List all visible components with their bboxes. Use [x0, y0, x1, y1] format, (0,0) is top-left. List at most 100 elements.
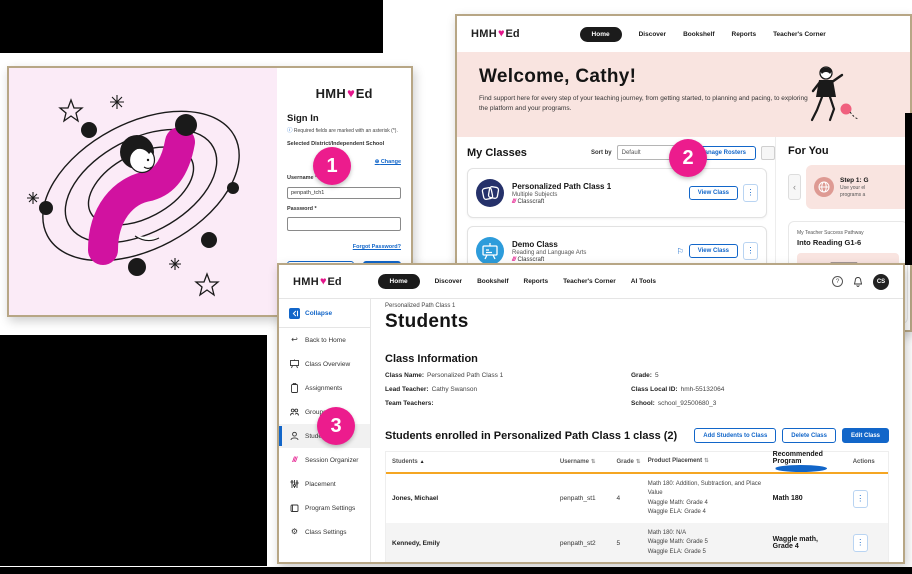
groups-icon — [289, 407, 300, 417]
hmh-ed-logo: HMH♥Ed — [471, 28, 520, 40]
nav-ai-tools[interactable]: AI Tools — [631, 278, 656, 285]
sort-select-value: Default — [622, 150, 641, 156]
district-label: Selected District/Independent School — [287, 141, 401, 147]
col-recommended-program: Recommended Programi — [773, 451, 853, 472]
product-placement: Math 180: Addition, Subtraction, and Pla… — [648, 480, 773, 517]
nav-home[interactable]: Home — [580, 27, 622, 42]
nav-teachers-corner[interactable]: Teacher's Corner — [773, 31, 826, 38]
nav-teachers-corner[interactable]: Teacher's Corner — [563, 278, 616, 285]
class-name-field: Class Name:Personalized Path Class 1 — [385, 372, 631, 386]
sort-asc-icon: ▲ — [420, 459, 425, 465]
nav-bookshelf[interactable]: Bookshelf — [683, 31, 714, 38]
redaction-box-top — [0, 0, 383, 53]
sidebar-item-back-to-home[interactable]: ↩ Back to Home — [279, 328, 370, 352]
collapse-label: Collapse — [305, 310, 332, 317]
nav-reports[interactable]: Reports — [732, 31, 757, 38]
step-badge-3: 3 — [317, 407, 355, 445]
col-product-placement[interactable]: Product Placement⇅ — [648, 457, 773, 466]
welcome-subtitle: Find support here for every step of your… — [479, 94, 809, 115]
gear-icon: ⚙ — [289, 528, 300, 536]
nav-discover[interactable]: Discover — [435, 278, 462, 285]
student-grade: 4 — [617, 495, 648, 502]
whiteboard-icon — [289, 359, 300, 369]
help-icon[interactable]: ? — [832, 276, 843, 287]
redaction-strip-right — [905, 113, 912, 265]
grade-field: Grade:5 — [631, 372, 889, 386]
globe-icon — [814, 177, 834, 197]
user-avatar[interactable]: CS — [873, 274, 889, 290]
presentation-screen-icon — [476, 237, 504, 265]
required-note-text: Required fields are marked with an aster… — [294, 128, 398, 134]
for-you-title: For You — [788, 145, 912, 157]
back-arrow-icon: ↩ — [289, 336, 300, 344]
add-students-button[interactable]: Add Students to Class — [694, 428, 776, 443]
row-actions-button[interactable]: ⋮ — [853, 534, 868, 552]
students-main: Personalized Path Class 1 Students Class… — [371, 299, 903, 562]
change-link-label: Change — [381, 159, 401, 165]
col-username[interactable]: Username⇅ — [560, 459, 617, 465]
signin-title: Sign In — [287, 113, 401, 124]
forgot-password-link[interactable]: Forgot Password? — [353, 244, 401, 250]
product-placement: Math 180: N/A Waggle Math: Grade 5 Waggl… — [648, 529, 773, 557]
carousel-prev-button[interactable]: ‹ — [788, 174, 801, 200]
sidebar-item-class-overview[interactable]: Class Overview — [279, 352, 370, 376]
for-you-card-title: Step 1: G — [840, 177, 869, 184]
grid-view-button[interactable] — [761, 146, 775, 160]
delete-class-button[interactable]: Delete Class — [782, 428, 836, 443]
hmh-ed-logo: HMH♥Ed — [287, 86, 401, 101]
hmh-ed-logo: HMH♥Ed — [293, 276, 342, 288]
username-input[interactable] — [287, 187, 401, 199]
pathway-label: My Teacher Success Pathway — [797, 230, 899, 236]
program-settings-icon — [289, 503, 300, 513]
hmh-heart-icon: ♥ — [498, 28, 505, 40]
classcraft-slashes-icon: /// — [512, 199, 516, 205]
class-information-grid: Class Name:Personalized Path Class 1 Gra… — [385, 372, 889, 414]
orbit-person-illustration — [9, 68, 277, 315]
nav-discover[interactable]: Discover — [639, 31, 666, 38]
dashboard-nav: Home Discover Bookshelf Reports Teacher'… — [580, 27, 826, 42]
nav-reports[interactable]: Reports — [524, 278, 549, 285]
session-organizer-slashes-icon: /// — [289, 457, 300, 464]
col-grade[interactable]: Grade⇅ — [617, 459, 648, 465]
sidebar-collapse-button[interactable]: Collapse — [279, 304, 370, 328]
breadcrumb[interactable]: Personalized Path Class 1 — [385, 303, 889, 309]
nav-bookshelf[interactable]: Bookshelf — [477, 278, 508, 285]
school-field: School:school_92500680_3 — [631, 400, 889, 414]
sidebar-item-class-settings[interactable]: ⚙ Class Settings — [279, 520, 370, 544]
student-name: Kennedy, Emily — [392, 540, 560, 547]
change-district-link[interactable]: ⊕ Change — [375, 159, 401, 165]
for-you-card[interactable]: Step 1: G Use your el programs a — [806, 165, 912, 209]
bell-icon[interactable] — [852, 276, 864, 288]
step-badge-1: 1 — [313, 147, 351, 185]
flag-icon[interactable]: ⚐ — [677, 247, 684, 256]
sort-icon: ⇅ — [704, 458, 709, 464]
student-row: Kennedy, Emily penpath_st2 5 Math 180: N… — [386, 523, 888, 562]
class-tag: Classcraft — [518, 257, 545, 263]
view-class-button[interactable]: View Class — [689, 186, 738, 200]
col-students[interactable]: Students▲ — [392, 459, 560, 465]
nav-home[interactable]: Home — [378, 274, 420, 289]
kebab-menu-button[interactable]: ⋮ — [743, 184, 758, 202]
collapse-icon — [289, 308, 300, 319]
sidebar-item-session-organizer[interactable]: /// Session Organizer — [279, 448, 370, 472]
class-local-id-field: Class Local ID:hmh-55132064 — [631, 386, 889, 400]
class-card-personalized-path[interactable]: Personalized Path Class 1 Multiple Subje… — [467, 168, 767, 218]
lead-teacher-field: Lead Teacher:Cathy Swanson — [385, 386, 631, 400]
class-name: Personalized Path Class 1 — [512, 182, 689, 191]
recommended-program: Math 180 — [773, 495, 853, 502]
password-input[interactable] — [287, 217, 401, 231]
row-actions-button[interactable]: ⋮ — [853, 490, 868, 508]
student-icon — [289, 431, 300, 441]
redaction-strip-bottom — [0, 567, 912, 574]
info-icon[interactable]: i — [775, 465, 827, 472]
dashboard-header: HMH♥Ed Home Discover Bookshelf Reports T… — [457, 16, 910, 52]
sidebar-item-assignments[interactable]: Assignments — [279, 376, 370, 400]
sidebar-item-placement[interactable]: Placement — [279, 472, 370, 496]
sidebar-item-program-settings[interactable]: Program Settings — [279, 496, 370, 520]
edit-class-button[interactable]: Edit Class — [842, 428, 889, 443]
required-note: ⓘ Required fields are marked with an ast… — [287, 126, 401, 134]
students-header: HMH♥Ed Home Discover Bookshelf Reports T… — [279, 265, 903, 299]
welcome-banner: Welcome, Cathy! Find support here for ev… — [457, 52, 910, 137]
kebab-menu-button[interactable]: ⋮ — [743, 242, 758, 260]
view-class-button[interactable]: View Class — [689, 244, 738, 258]
